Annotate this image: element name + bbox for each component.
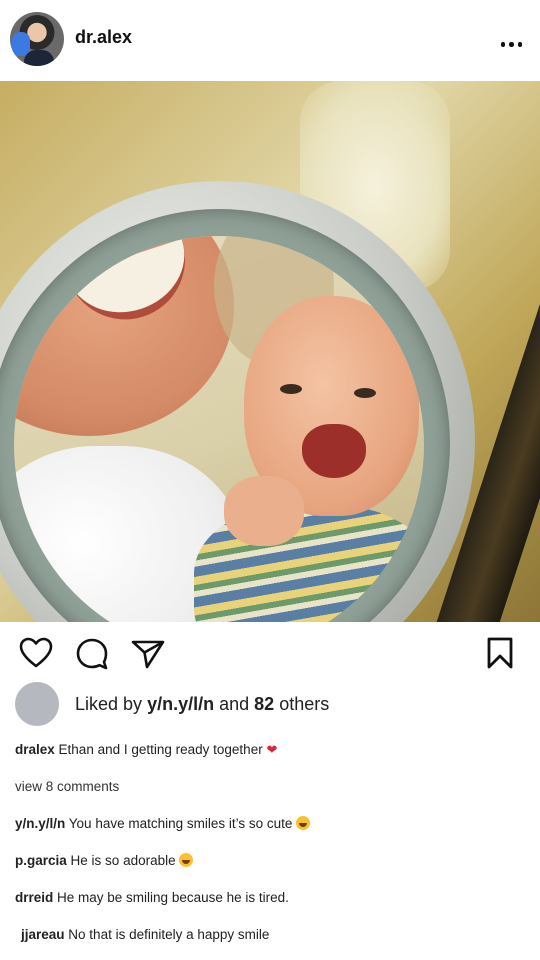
liker-username[interactable]: y/n.y/l/n <box>147 694 214 714</box>
grinning-squinting-face-icon <box>179 853 194 867</box>
post-caption: dralex Ethan and I getting ready togethe… <box>15 742 277 758</box>
comment-text: He may be smiling because he is tired. <box>57 890 289 905</box>
smiling-face-icon <box>296 816 311 830</box>
comment-username[interactable]: drreid <box>15 890 53 905</box>
comment-username[interactable]: jjareau <box>21 927 65 942</box>
liker-avatar[interactable] <box>15 682 59 726</box>
comment-icon[interactable] <box>74 635 110 671</box>
comment-username[interactable]: p.garcia <box>15 853 67 868</box>
likes-count: 82 <box>254 694 275 714</box>
comment-text: No that is definitely a happy smile <box>68 927 270 942</box>
view-comments-link[interactable]: view 8 comments <box>15 779 119 794</box>
caption-text: Ethan and I getting ready together <box>58 742 263 757</box>
post-username[interactable]: dr.alex <box>75 27 132 48</box>
likes-summary[interactable]: Liked by y/n.y/l/n and 82 others <box>75 694 329 715</box>
post-header: dr.alex <box>0 0 540 80</box>
profile-avatar[interactable] <box>10 12 64 66</box>
red-heart-icon: ❤ <box>266 742 278 757</box>
more-options-icon[interactable] <box>500 42 522 47</box>
comment-item: y/n.y/l/n You have matching smiles it’s … <box>15 816 311 831</box>
comment-text: He is so adorable <box>70 853 176 868</box>
bookmark-icon[interactable] <box>484 635 520 671</box>
send-icon[interactable] <box>130 635 166 671</box>
post-actions <box>0 635 540 675</box>
post-photo[interactable] <box>0 81 540 622</box>
heart-icon[interactable] <box>18 635 54 671</box>
comment-username[interactable]: y/n.y/l/n <box>15 816 65 831</box>
shirt <box>24 50 54 66</box>
comment-item: jjareau No that is definitely a happy sm… <box>21 927 269 942</box>
comment-item: drreid He may be smiling because he is t… <box>15 890 289 905</box>
likes-row: Liked by y/n.y/l/n and 82 others <box>0 682 540 728</box>
caption-username[interactable]: dralex <box>15 742 55 757</box>
comment-item: p.garcia He is so adorable <box>15 853 194 868</box>
comment-text: You have matching smiles it’s so cute <box>68 816 293 831</box>
